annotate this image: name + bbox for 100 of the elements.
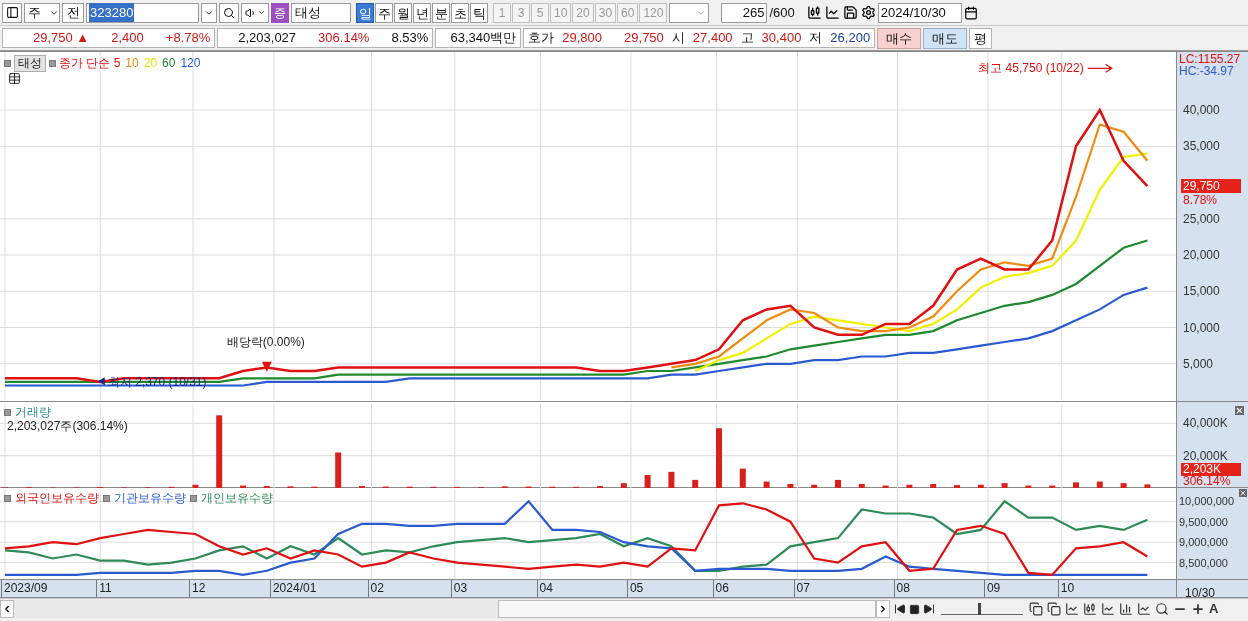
axis-label: 40,000K (1183, 416, 1228, 431)
prev-button[interactable]: 전 (62, 2, 84, 23)
line-chart-icon[interactable] (824, 5, 840, 20)
date-label: 06 (712, 580, 729, 597)
high-price: 30,400 (761, 29, 802, 48)
last-volume-tag: 2,203K (1181, 463, 1241, 476)
change-percent: 8.78% (1183, 193, 1218, 208)
period-tab[interactable]: 틱 (470, 2, 488, 23)
zoom-slider[interactable] (941, 603, 1023, 615)
bar-chart-icon[interactable] (1119, 602, 1133, 616)
line-chart-icon[interactable] (1137, 602, 1151, 616)
volume-bar (1073, 482, 1079, 488)
axis-label: 20,000K (1183, 448, 1228, 463)
stock-tag[interactable]: 태성 (14, 54, 46, 72)
scroll-right-button[interactable] (876, 600, 890, 618)
market-dropdown[interactable]: 주 (24, 2, 60, 23)
period-tab[interactable]: 분 (432, 2, 450, 23)
date-label: 10 (1057, 580, 1075, 597)
evaluate-button[interactable]: 평 (969, 27, 993, 49)
axis-label: 35,000 (1183, 139, 1220, 154)
low-label: 저 (809, 29, 823, 48)
period-tab[interactable]: 년 (413, 2, 431, 23)
candlestick-icon[interactable] (806, 5, 822, 20)
scrollbar-thumb[interactable] (498, 600, 876, 618)
caret-icon (256, 8, 266, 17)
volume-bar (1120, 483, 1127, 488)
period-tab[interactable]: 주 (375, 2, 393, 23)
period-tab[interactable]: 일 (356, 2, 374, 23)
legend-marker-icon (190, 494, 197, 502)
date-label: 2024/01 (269, 580, 317, 597)
search-icon[interactable] (1155, 602, 1169, 616)
ask-price: 29,800 (562, 29, 603, 48)
settings-icon[interactable] (860, 5, 876, 20)
axis-label: 20,000 (1183, 248, 1220, 262)
scroll-left-button[interactable] (0, 600, 14, 618)
sound-dropdown[interactable] (241, 2, 269, 23)
search-icon (223, 6, 235, 19)
volume-bar (954, 485, 960, 488)
close-icon[interactable] (1235, 406, 1244, 415)
period-tab[interactable]: 초 (451, 2, 469, 23)
volume-bar (1096, 481, 1103, 488)
fast-forward-icon[interactable] (923, 603, 935, 615)
volume-bar (1049, 485, 1056, 488)
save-icon[interactable] (842, 5, 858, 20)
volume-bar (882, 485, 889, 488)
volume-bar (739, 468, 746, 488)
date-label: 2023/09 (1, 580, 48, 597)
zoom-slider-thumb[interactable] (977, 603, 981, 615)
font-size-button[interactable]: A (1209, 602, 1219, 616)
speaker-icon (244, 6, 257, 19)
buy-button[interactable]: 매수 (877, 27, 922, 49)
line-chart-icon[interactable] (1101, 602, 1115, 616)
candlestick-icon[interactable] (1083, 602, 1097, 616)
count-max: /600 (769, 3, 795, 22)
copy-icon[interactable] (1047, 602, 1061, 616)
period-tab[interactable]: 월 (394, 2, 412, 23)
trade-amount: 63,340백만 (435, 28, 522, 48)
axis-label: 10,000 (1183, 320, 1220, 335)
change-percent: +8.78% (165, 29, 211, 48)
sell-button[interactable]: 매도 (923, 27, 968, 49)
name-field[interactable]: 태성 (291, 2, 351, 23)
panel-icon (5, 6, 19, 19)
zoom-in-icon[interactable] (1191, 602, 1205, 616)
legend-label: 개인보유수량 (201, 490, 273, 507)
axis-label: 8,500,000 (1179, 555, 1228, 570)
code-field[interactable]: 323280 (86, 2, 199, 23)
line-chart-icon[interactable] (1065, 602, 1079, 616)
price-annotation: 배당락(0.00%) (226, 334, 305, 372)
date-label: 12 (189, 580, 206, 597)
bid-price: 29,750 (624, 29, 664, 48)
interval-dropdown[interactable] (669, 2, 710, 23)
volume-bar (1001, 483, 1008, 488)
chevron-right-icon (878, 604, 888, 614)
volume-ratio: 306.14% (318, 29, 370, 48)
annotation: 최고 45,750 (10/22) (978, 61, 1084, 76)
count-field[interactable]: 265 (721, 2, 768, 23)
calendar-icon[interactable] (963, 5, 978, 20)
date-label: 08 (893, 580, 910, 597)
legend-label: 외국인보유수량 (15, 490, 99, 507)
axis-label: 9,000,000 (1179, 535, 1228, 550)
table-icon[interactable] (8, 72, 21, 85)
volume-bar (692, 479, 699, 488)
volume-bar (668, 471, 675, 488)
legend-label: 10 (125, 55, 139, 72)
price-annotation: 최고 45,750 (10/22) (978, 61, 1113, 76)
close-icon[interactable] (1239, 489, 1247, 497)
search-button[interactable] (219, 2, 239, 23)
legend-marker-icon (103, 494, 110, 502)
hc-value: HC:-34.97 (1179, 65, 1234, 78)
stock-badge: 증 (271, 2, 289, 23)
date-field[interactable]: 2024/10/30 (877, 2, 962, 23)
panel-toggle-button[interactable] (2, 2, 22, 23)
price-change: 2,400 (111, 29, 144, 48)
rewind-icon[interactable] (894, 603, 906, 615)
copy-icon[interactable] (1029, 602, 1043, 616)
stop-icon[interactable] (909, 603, 920, 615)
volume-bar (763, 481, 770, 488)
axis-label: 10,000,000 (1179, 494, 1235, 509)
legend-marker-icon (4, 59, 11, 67)
date-label: 07 (793, 580, 810, 597)
